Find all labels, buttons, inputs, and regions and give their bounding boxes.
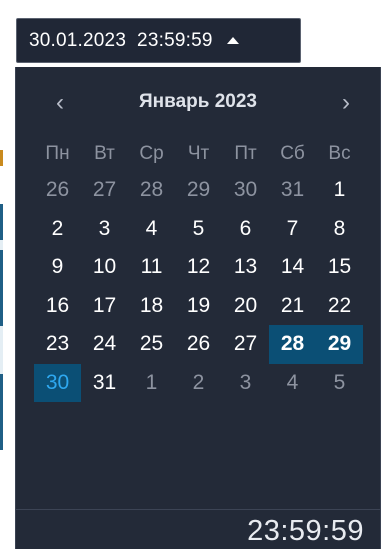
day-cell-outside[interactable]: 2 (175, 364, 222, 403)
day-cell[interactable]: 24 (81, 325, 128, 364)
day-cell-outside[interactable]: 3 (222, 364, 269, 403)
day-cell-selected[interactable]: 29 (316, 325, 363, 364)
day-cell[interactable]: 10 (81, 248, 128, 287)
day-cell[interactable]: 5 (175, 210, 222, 249)
datetime-input[interactable]: 30.01.2023 23:59:59 (16, 18, 301, 63)
day-cell[interactable]: 15 (316, 248, 363, 287)
day-cell[interactable]: 9 (34, 248, 81, 287)
day-cell[interactable]: 2 (34, 210, 81, 249)
background-sliver (0, 326, 3, 374)
weekday-header: Пт (234, 143, 257, 164)
day-cell[interactable]: 20 (222, 287, 269, 326)
day-cell-outside[interactable]: 30 (222, 171, 269, 210)
weekday-header: Чт (187, 143, 210, 164)
day-cell[interactable]: 13 (222, 248, 269, 287)
day-cell-outside[interactable]: 1 (128, 364, 175, 403)
day-cell[interactable]: 27 (222, 325, 269, 364)
day-cell-outside[interactable]: 5 (316, 364, 363, 403)
day-cell[interactable]: 31 (81, 364, 128, 403)
day-cell[interactable]: 17 (81, 287, 128, 326)
calendar-grid: Пн Вт Ср Чт Пт Сб Вс 26 27 28 29 30 31 1 2 3 4 5 6 7 8 9 10 11 1… (34, 137, 363, 402)
day-cell[interactable]: 7 (269, 210, 316, 249)
day-cell[interactable]: 26 (175, 325, 222, 364)
day-cell[interactable]: 12 (175, 248, 222, 287)
day-cell[interactable]: 14 (269, 248, 316, 287)
day-cell-outside[interactable]: 26 (34, 171, 81, 210)
day-cell[interactable]: 11 (128, 248, 175, 287)
day-cell-outside[interactable]: 31 (269, 171, 316, 210)
background-sliver (0, 240, 3, 250)
weekday-header: Вт (94, 143, 115, 164)
chevron-right-icon: › (342, 89, 350, 116)
day-cell[interactable]: 16 (34, 287, 81, 326)
weekday-header: Сб (280, 143, 305, 164)
day-cell[interactable]: 6 (222, 210, 269, 249)
day-cell[interactable]: 3 (81, 210, 128, 249)
time-display[interactable]: 23:59:59 (247, 513, 364, 549)
caret-up-icon[interactable] (226, 37, 239, 44)
background-sliver (0, 150, 3, 166)
weekday-header: Пн (45, 143, 70, 164)
day-cell-selected[interactable]: 28 (269, 325, 316, 364)
day-cell[interactable]: 22 (316, 287, 363, 326)
day-cell[interactable]: 18 (128, 287, 175, 326)
day-cell[interactable]: 1 (316, 171, 363, 210)
weekday-header: Вс (328, 143, 351, 164)
weekday-header: Ср (139, 143, 164, 164)
day-cell[interactable]: 8 (316, 210, 363, 249)
day-cell[interactable]: 23 (34, 325, 81, 364)
day-cell[interactable]: 25 (128, 325, 175, 364)
day-cell-outside[interactable]: 28 (128, 171, 175, 210)
day-cell[interactable]: 21 (269, 287, 316, 326)
day-cell[interactable]: 4 (128, 210, 175, 249)
next-month-button[interactable]: › (326, 89, 366, 117)
day-cell-outside[interactable]: 27 (81, 171, 128, 210)
calendar-dropdown: ‹ Январь 2023 › Пн Вт Ср Чт Пт Сб Вс 26 27 28 29 30… (15, 67, 381, 549)
day-cell-outside[interactable]: 29 (175, 171, 222, 210)
day-cell-outside[interactable]: 4 (269, 364, 316, 403)
day-cell[interactable]: 19 (175, 287, 222, 326)
calendar-header: ‹ Январь 2023 › (16, 89, 380, 117)
divider (16, 509, 380, 510)
datetime-value: 30.01.2023 23:59:59 (29, 29, 213, 51)
day-cell-current[interactable]: 30 (34, 363, 81, 402)
